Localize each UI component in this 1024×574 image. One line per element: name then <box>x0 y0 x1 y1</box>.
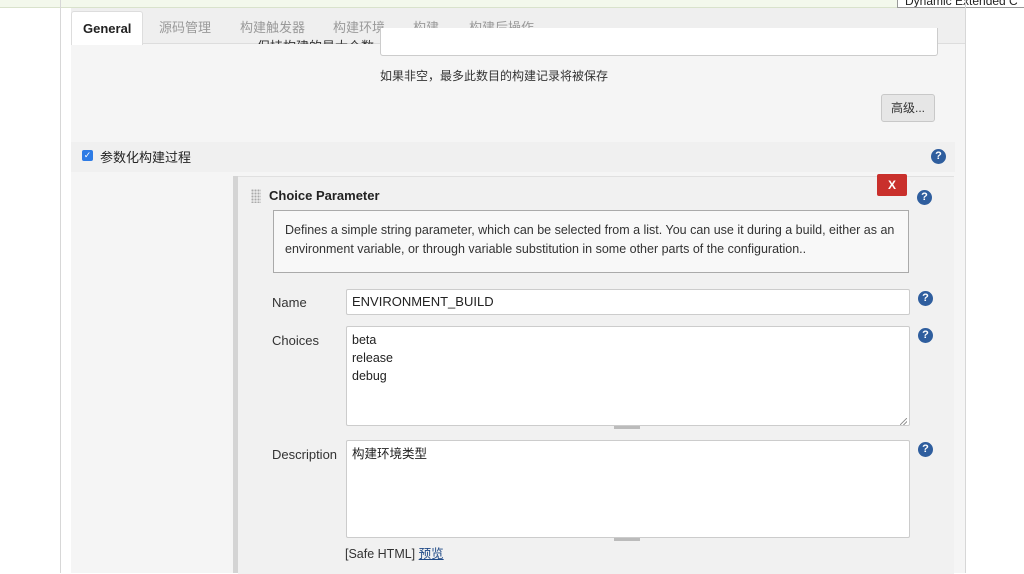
parameter-title: Choice Parameter <box>269 188 380 203</box>
choices-label: Choices <box>272 333 319 348</box>
choices-textarea[interactable]: beta release debug <box>346 326 910 426</box>
safe-html-note: [Safe HTML] 预览 <box>345 543 444 562</box>
tab-source-code[interactable]: 源码管理 <box>159 17 211 36</box>
checkmark-icon: ✓ <box>83 150 92 160</box>
help-icon[interactable]: ? <box>918 291 933 306</box>
safe-html-label: [Safe HTML] <box>345 547 416 561</box>
advanced-button[interactable]: 高级... <box>881 94 935 122</box>
autocomplete-popup[interactable]: Dynamic Extended C <box>897 0 1024 8</box>
max-builds-hint: 如果非空，最多此数目的构建记录将被保存 <box>380 69 609 83</box>
preview-link[interactable]: 预览 <box>419 547 444 561</box>
top-notification-strip <box>0 0 1024 8</box>
name-label: Name <box>272 295 307 310</box>
right-border <box>965 0 966 573</box>
tab-build-environment[interactable]: 构建环境 <box>333 17 385 36</box>
description-label: Description <box>272 447 338 462</box>
drag-handle-icon[interactable] <box>251 189 261 203</box>
help-icon[interactable]: ? <box>918 328 933 343</box>
delete-parameter-button[interactable]: X <box>877 174 907 196</box>
parameter-description: Defines a simple string parameter, which… <box>273 210 909 273</box>
tab-general[interactable]: General <box>71 11 144 45</box>
help-icon[interactable]: ? <box>918 442 933 457</box>
help-icon[interactable]: ? <box>931 149 946 164</box>
max-builds-label: 保持构建的最大个数 <box>257 36 374 44</box>
tab-build-triggers[interactable]: 构建触发器 <box>240 17 305 36</box>
parameterized-section-row <box>71 142 955 172</box>
parameterized-checkbox[interactable]: ✓ <box>82 150 93 161</box>
left-border <box>60 0 61 573</box>
name-input[interactable]: ENVIRONMENT_BUILD <box>346 289 910 315</box>
textarea-resize-handle[interactable] <box>614 538 640 541</box>
config-panel: General 源码管理 构建触发器 构建环境 构建 构建后操作 保持构建的最大… <box>71 8 965 574</box>
max-builds-input[interactable] <box>380 28 938 56</box>
help-icon[interactable]: ? <box>917 190 932 205</box>
textarea-resize-handle[interactable] <box>614 426 640 429</box>
parameterized-label[interactable]: 参数化构建过程 <box>100 147 191 166</box>
description-textarea[interactable]: 构建环境类型 <box>346 440 910 538</box>
resize-corner-icon[interactable] <box>900 418 907 425</box>
